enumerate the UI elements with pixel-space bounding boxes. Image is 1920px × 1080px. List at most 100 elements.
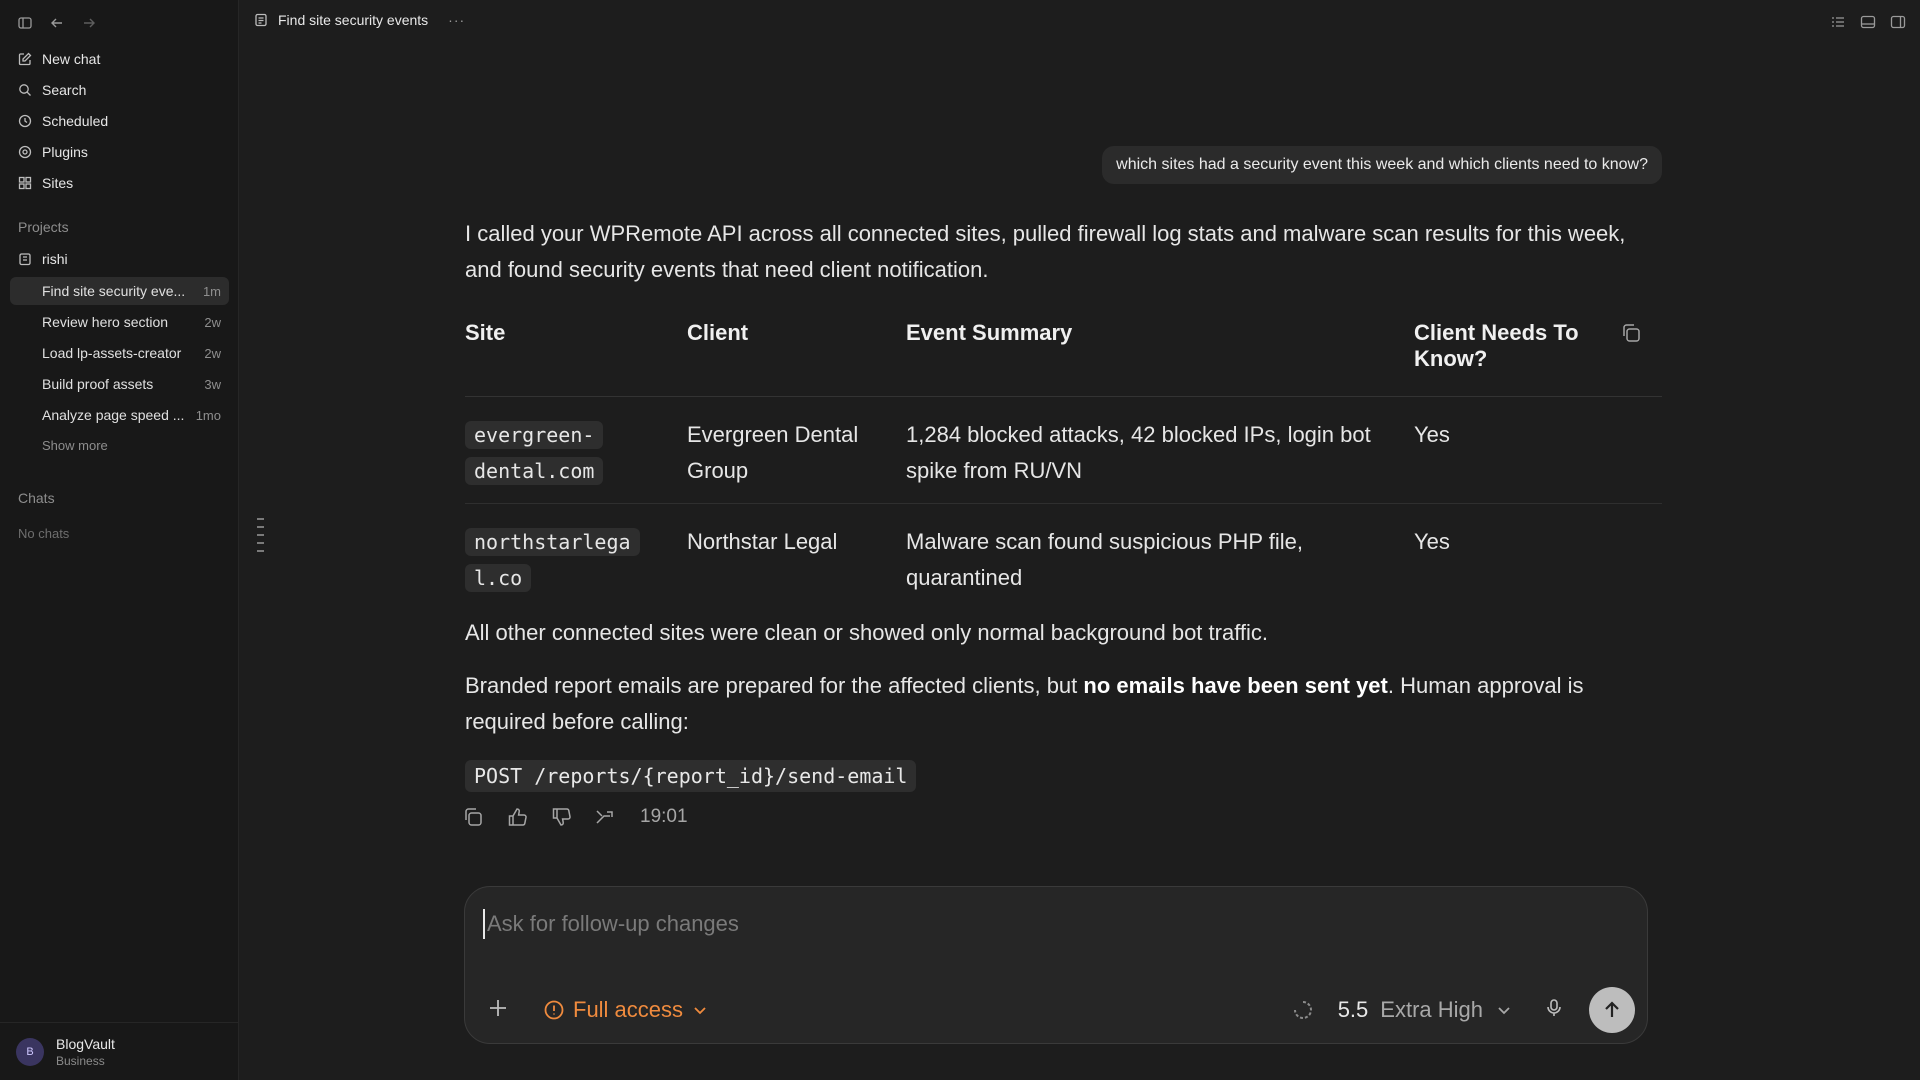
sidebar: New chat Search Scheduled Plugins Sites … — [0, 0, 239, 1080]
grid-icon — [18, 176, 32, 190]
clean-sites-note: All other connected sites were clean or … — [465, 620, 1269, 645]
table-row: northstarlega l.co Northstar Legal Malwa… — [465, 504, 1662, 611]
resize-handle[interactable] — [257, 518, 264, 552]
microphone-icon[interactable] — [1543, 997, 1565, 1019]
fork-icon[interactable] — [594, 806, 616, 828]
col-header-client: Client — [687, 310, 906, 397]
thread-title: Analyze page speed ... — [42, 407, 185, 423]
message-actions: 19:01 — [462, 806, 688, 828]
site-code: l.co — [465, 564, 532, 592]
nav-scheduled[interactable]: Scheduled — [18, 113, 108, 129]
arrow-up-icon — [1601, 999, 1623, 1021]
notify-cell: Yes — [1414, 529, 1450, 554]
col-header-summary: Event Summary — [906, 310, 1414, 397]
copy-icon[interactable] — [462, 806, 484, 828]
thread-item[interactable]: Find site security eve... 1m — [10, 277, 229, 305]
thread-age: 2w — [204, 345, 221, 361]
nav-new-chat[interactable]: New chat — [18, 51, 100, 67]
alert-shield-icon — [543, 999, 565, 1021]
security-events-table: Site Client Event Summary Client Needs T… — [465, 310, 1662, 610]
project-rishi[interactable]: rishi — [18, 251, 68, 267]
thread-title: Review hero section — [42, 314, 169, 330]
site-code: dental.com — [465, 457, 604, 485]
nav-label: New chat — [42, 51, 101, 67]
thumbs-down-icon[interactable] — [550, 806, 572, 828]
user-message: which sites had a security event this we… — [1102, 146, 1662, 184]
report-note: Branded report emails are prepared for t… — [465, 668, 1662, 740]
back-arrow-icon[interactable] — [46, 14, 68, 32]
summary-cell: Malware scan found suspicious PHP file, … — [906, 529, 1304, 590]
toggle-sidebar-icon[interactable] — [14, 14, 36, 32]
thread-item[interactable]: Build proof assets 3w — [10, 370, 229, 398]
avatar: B — [16, 1037, 44, 1066]
thread-title: Find site security eve... — [42, 283, 186, 299]
site-cell: northstarlega l.co — [465, 504, 687, 611]
thread-age: 3w — [204, 376, 221, 392]
side-panel-icon[interactable] — [1890, 14, 1906, 30]
top-right-tools — [1830, 14, 1906, 30]
send-button[interactable] — [1589, 987, 1635, 1033]
thread-age: 1m — [202, 283, 221, 299]
thread-item[interactable]: Load lp-assets-creator 2w — [10, 339, 229, 367]
checklist-icon[interactable] — [1830, 14, 1846, 30]
add-attachment-icon[interactable] — [487, 997, 509, 1019]
nav-label: Sites — [42, 175, 74, 191]
report-emphasis: no emails have been sent yet — [1083, 673, 1388, 698]
thread-age: 1mo — [195, 407, 221, 423]
thumbs-up-icon[interactable] — [506, 806, 528, 828]
nav-label: Scheduled — [42, 113, 109, 129]
summary-cell: 1,284 blocked attacks, 42 blocked IPs, l… — [906, 396, 1414, 504]
nav-label: Plugins — [42, 144, 88, 160]
site-cell: evergreen- dental.com — [465, 396, 687, 504]
document-icon — [254, 13, 268, 27]
window-controls — [14, 14, 100, 32]
account-menu[interactable]: B BlogVault Business — [0, 1022, 239, 1080]
thread-age: 2w — [204, 314, 221, 330]
account-plan: Business — [56, 1053, 105, 1068]
show-more-link[interactable]: Show more — [42, 438, 108, 453]
nav-search[interactable]: Search — [18, 82, 86, 98]
table-row: evergreen- dental.com Evergreen Dental G… — [465, 396, 1662, 504]
col-header-site: Site — [465, 310, 687, 397]
plugin-icon — [18, 145, 32, 159]
endpoint-code: POST /reports/{report_id}/send-email — [465, 760, 917, 792]
forward-arrow-icon[interactable] — [78, 14, 100, 32]
thread-item[interactable]: Review hero section 2w — [10, 308, 229, 336]
main-panel: Find site security events ··· which site… — [240, 0, 1920, 1080]
site-code: northstarlega — [465, 528, 640, 556]
folder-icon — [18, 252, 32, 266]
thread-header: Find site security events ··· — [254, 12, 465, 28]
thread-title: Load lp-assets-creator — [42, 345, 182, 361]
clock-icon — [18, 114, 32, 128]
endpoint-block: POST /reports/{report_id}/send-email — [465, 758, 1662, 794]
model-selector[interactable]: 5.5 Extra High — [1292, 997, 1513, 1023]
access-label: Full access — [573, 997, 684, 1022]
message-timestamp: 19:01 — [640, 806, 688, 827]
thread-title-header: Find site security events — [278, 12, 429, 28]
edit-icon — [18, 52, 32, 66]
chats-label: Chats — [18, 490, 55, 506]
loading-spinner-icon — [1292, 999, 1314, 1021]
chevron-down-icon — [1495, 1001, 1513, 1019]
thread-item[interactable]: Analyze page speed ... 1mo — [10, 401, 229, 429]
site-code: evergreen- — [465, 421, 604, 449]
more-options-button[interactable]: ··· — [448, 12, 465, 28]
composer: Full access 5.5 Extra High — [464, 886, 1648, 1044]
search-icon — [18, 83, 32, 97]
access-dropdown[interactable]: Full access — [543, 997, 709, 1023]
report-text: Branded report emails are prepared for t… — [465, 673, 1084, 698]
nav-plugins[interactable]: Plugins — [18, 144, 88, 160]
terminal-panel-icon[interactable] — [1860, 14, 1876, 30]
assistant-intro: I called your WPRemote API across all co… — [465, 221, 1626, 282]
account-name: BlogVault — [56, 1035, 115, 1052]
follow-up-input[interactable] — [483, 909, 1383, 939]
thread-title: Build proof assets — [42, 376, 154, 392]
chevron-down-icon — [691, 1001, 709, 1019]
nav-sites[interactable]: Sites — [18, 175, 73, 191]
no-chats-text: No chats — [18, 526, 70, 541]
projects-label: Projects — [18, 219, 69, 235]
copy-table-icon[interactable] — [1620, 322, 1642, 344]
nav-label: Search — [42, 82, 87, 98]
project-name: rishi — [42, 251, 68, 267]
notify-cell: Yes — [1414, 396, 1662, 504]
